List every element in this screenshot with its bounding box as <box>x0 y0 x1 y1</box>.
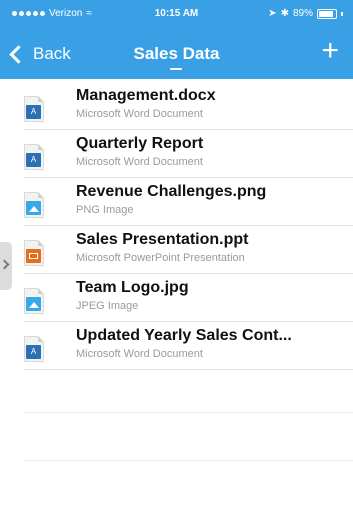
file-name: Management.docx <box>76 87 216 104</box>
word-doc-icon: A <box>24 336 44 362</box>
empty-row-divider <box>24 460 353 461</box>
file-type: Microsoft Word Document <box>76 348 203 360</box>
file-type: JPEG Image <box>76 300 139 312</box>
powerpoint-file-icon <box>24 240 44 266</box>
header-bar: Verizon ≈ 10:15 AM ➤ ✱ 89% Back Sales Da… <box>0 0 353 79</box>
empty-row-divider <box>24 412 353 413</box>
file-type: Microsoft Word Document <box>76 108 203 120</box>
battery-icon <box>317 8 337 19</box>
add-button[interactable]: + <box>321 36 339 66</box>
navigation-bar: Back Sales Data + <box>0 32 353 78</box>
file-list: A Management.docx Microsoft Word Documen… <box>0 82 353 370</box>
battery-nub <box>341 11 343 16</box>
battery-percent: 89% <box>292 8 313 19</box>
list-item[interactable]: Team Logo.jpg JPEG Image <box>0 274 353 322</box>
chevron-right-icon <box>0 259 10 270</box>
image-file-icon <box>24 192 44 218</box>
word-doc-icon: A <box>24 96 44 122</box>
bluetooth-icon: ✱ <box>280 8 289 19</box>
list-item[interactable]: Revenue Challenges.png PNG Image <box>0 178 353 226</box>
file-name: Sales Presentation.ppt <box>76 231 249 248</box>
file-name: Updated Yearly Sales Cont... <box>76 327 292 344</box>
image-file-icon <box>24 288 44 314</box>
list-item[interactable]: A Management.docx Microsoft Word Documen… <box>0 82 353 130</box>
file-type: PNG Image <box>76 204 134 216</box>
status-bar: Verizon ≈ 10:15 AM ➤ ✱ 89% <box>0 0 353 26</box>
word-doc-icon: A <box>24 144 44 170</box>
list-item[interactable]: A Updated Yearly Sales Cont... Microsoft… <box>0 322 353 370</box>
list-item[interactable]: Sales Presentation.ppt Microsoft PowerPo… <box>0 226 353 274</box>
file-name: Quarterly Report <box>76 135 204 152</box>
page-title[interactable]: Sales Data <box>0 44 353 64</box>
file-type: Microsoft PowerPoint Presentation <box>76 252 245 264</box>
status-right: ➤ ✱ 89% <box>268 8 343 19</box>
location-icon: ➤ <box>268 8 277 19</box>
list-item[interactable]: A Quarterly Report Microsoft Word Docume… <box>0 130 353 178</box>
side-drawer-handle[interactable] <box>0 242 12 290</box>
title-dropdown-icon[interactable] <box>170 68 182 70</box>
file-type: Microsoft Word Document <box>76 156 203 168</box>
file-name: Team Logo.jpg <box>76 279 189 296</box>
file-name: Revenue Challenges.png <box>76 183 267 200</box>
